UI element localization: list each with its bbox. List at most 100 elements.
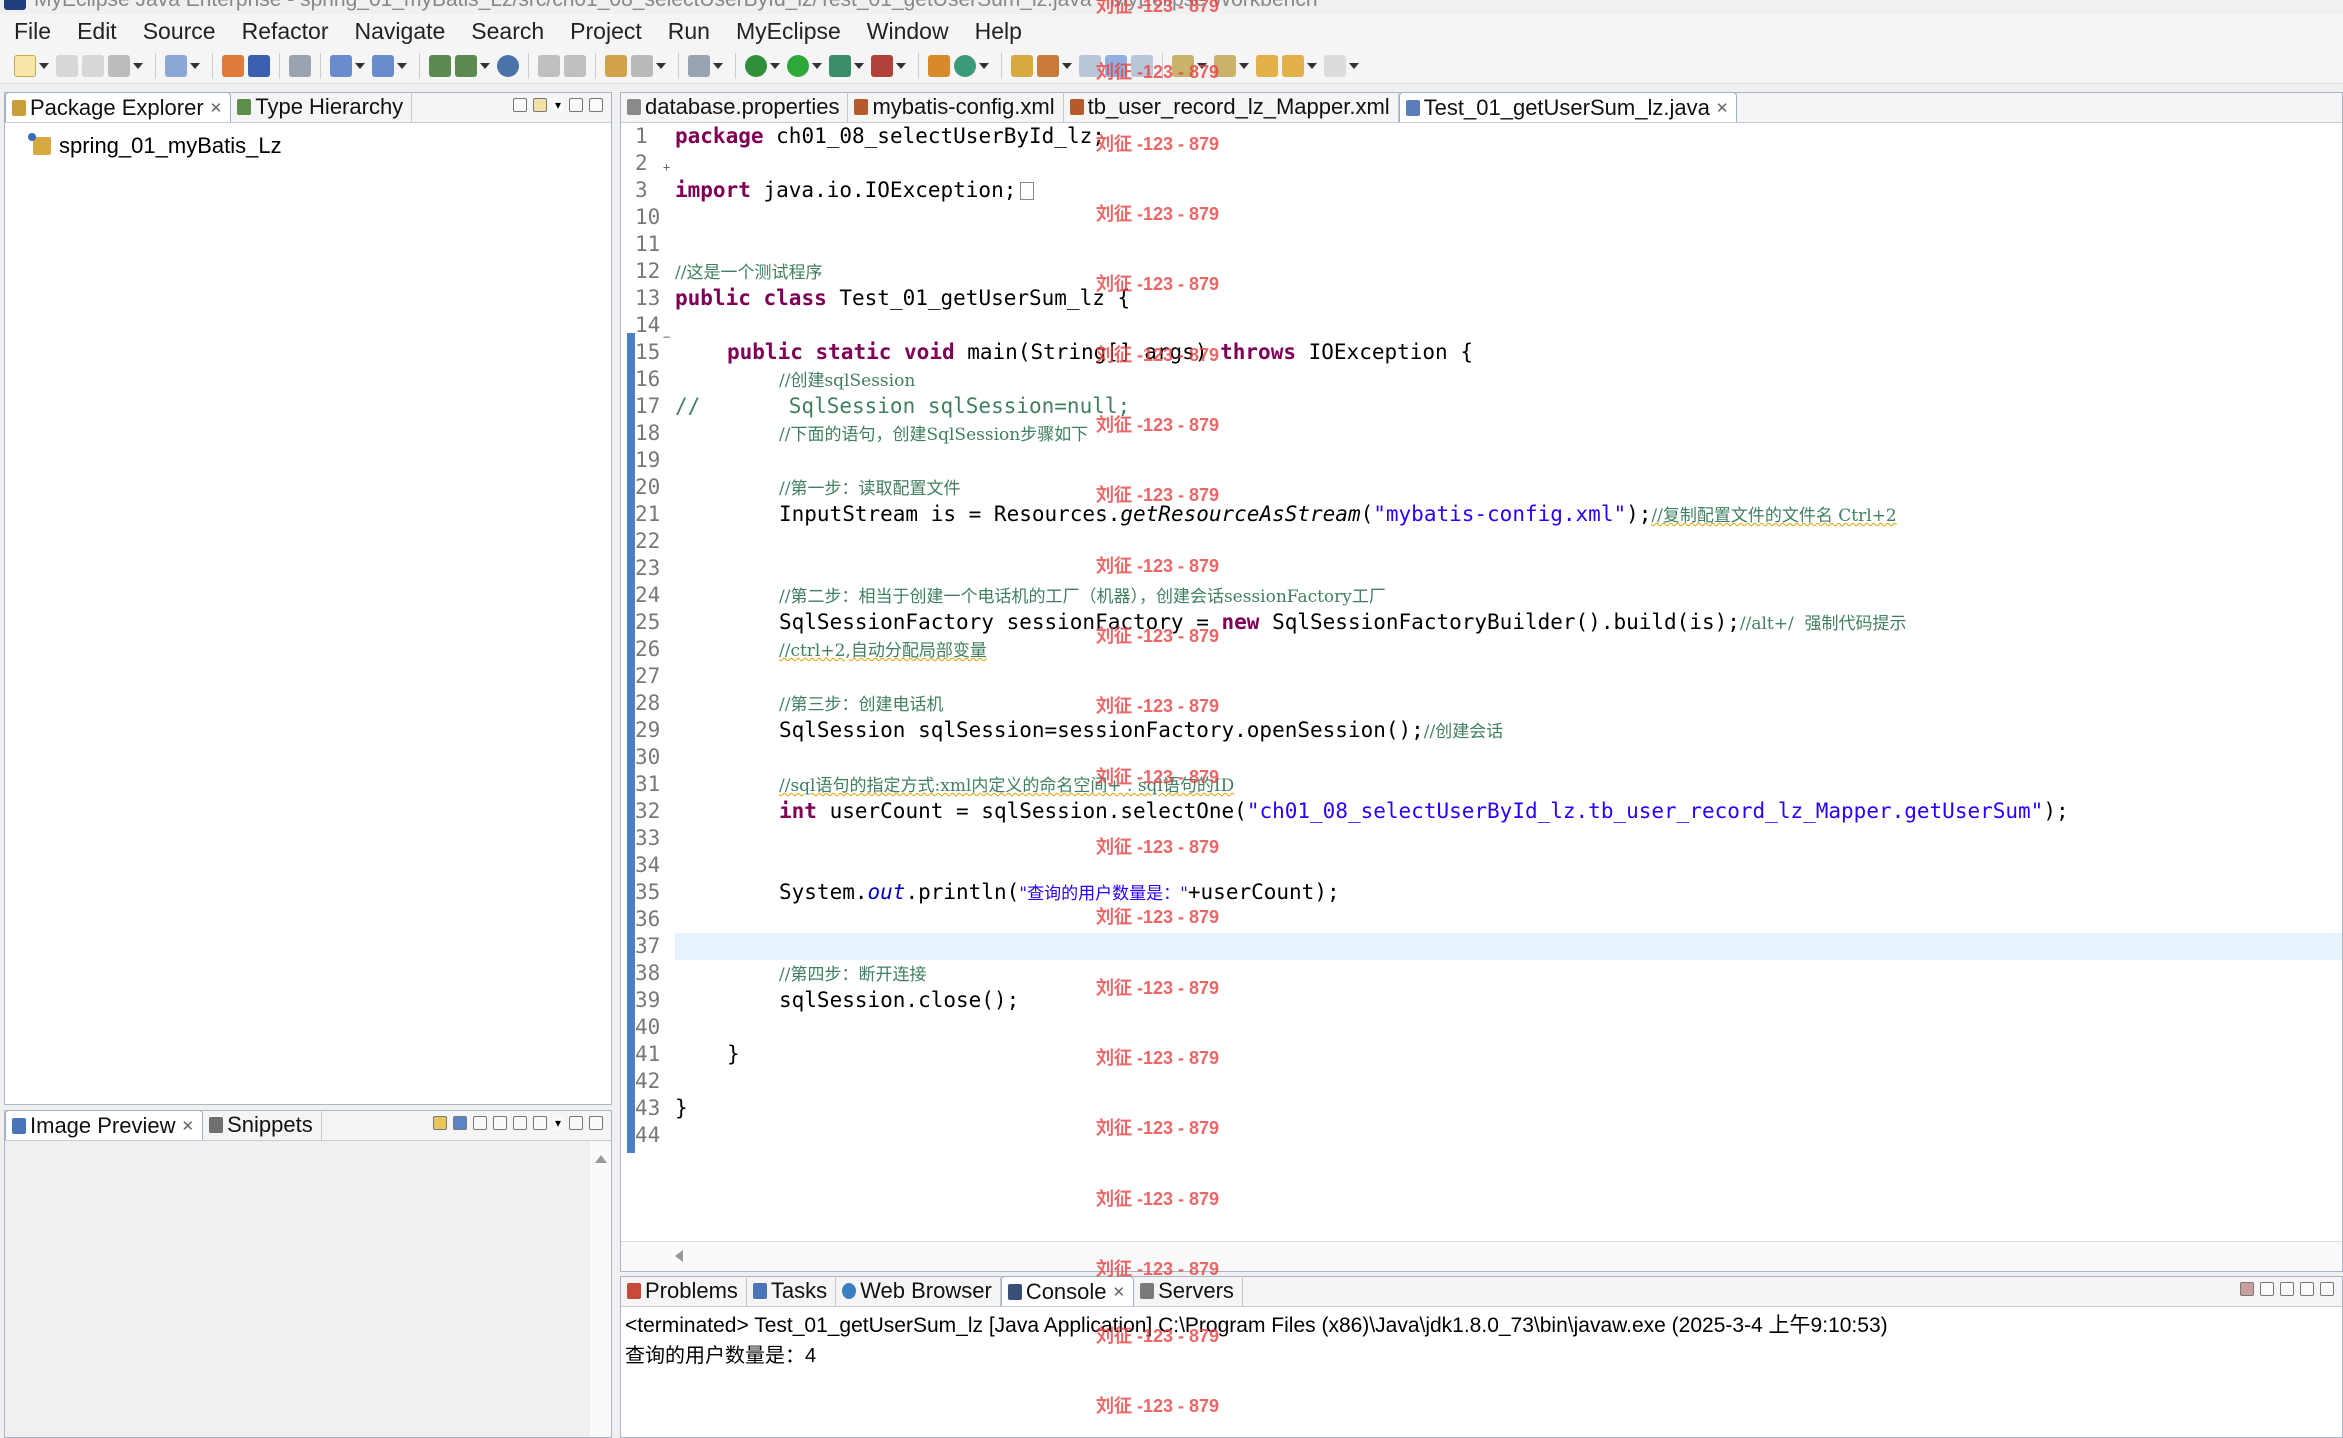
- perspective-dropdown-icon[interactable]: [713, 62, 723, 69]
- debug-dropdown-icon[interactable]: [770, 62, 780, 69]
- tab-problems[interactable]: Problems: [621, 1276, 747, 1306]
- close-icon[interactable]: ✕: [1716, 99, 1729, 117]
- tab-package-explorer[interactable]: Package Explorer ✕: [5, 92, 232, 122]
- close-icon[interactable]: ✕: [210, 99, 223, 117]
- next-annotation-dropdown-icon[interactable]: [1197, 62, 1207, 69]
- view-menu-icon[interactable]: ▾: [553, 1116, 563, 1130]
- print-dropdown-icon[interactable]: [133, 62, 143, 69]
- forward-icon[interactable]: [1324, 54, 1346, 77]
- coverage-dropdown-icon[interactable]: [896, 62, 906, 69]
- browser-icon[interactable]: [497, 54, 519, 77]
- new-package-icon[interactable]: [429, 54, 451, 77]
- code-editor[interactable]: + − 1 2 3 10 11 12 13 14 15 16 17 18 19 20 21 22 23 24 25 2…: [621, 123, 2342, 1241]
- tab-database-properties[interactable]: database.properties: [621, 92, 849, 122]
- new-icon[interactable]: [14, 54, 36, 77]
- menu-navigate[interactable]: Navigate: [341, 18, 458, 45]
- preview-tool-icon[interactable]: [433, 1116, 447, 1130]
- toggle-mark-icon[interactable]: [1079, 54, 1101, 77]
- run-external-icon[interactable]: [829, 54, 851, 77]
- open-task-icon[interactable]: [1011, 54, 1033, 77]
- tab-web-browser[interactable]: Web Browser: [836, 1276, 1001, 1306]
- remove-launch-icon[interactable]: [2260, 1282, 2274, 1296]
- tab-tasks[interactable]: Tasks: [747, 1276, 837, 1306]
- fold-collapse-icon[interactable]: −: [663, 330, 670, 344]
- menu-refactor[interactable]: Refactor: [228, 18, 341, 45]
- menu-help[interactable]: Help: [961, 18, 1034, 45]
- view-menu-icon[interactable]: ▾: [553, 98, 563, 112]
- refresh-icon[interactable]: [631, 54, 653, 77]
- edit-dropdown-icon[interactable]: [1062, 62, 1072, 69]
- minimize-icon[interactable]: [569, 98, 583, 112]
- tab-mapper-xml[interactable]: tb_user_record_lz_Mapper.xml: [1064, 92, 1399, 122]
- new-server-icon[interactable]: [165, 54, 187, 77]
- tab-image-preview[interactable]: Image Preview ✕: [5, 1110, 204, 1140]
- zoom-in-icon[interactable]: [493, 1116, 507, 1130]
- zoom-out-icon[interactable]: [473, 1116, 487, 1130]
- print-icon[interactable]: [108, 54, 130, 77]
- coverage-icon[interactable]: [871, 54, 893, 77]
- tab-console[interactable]: Console ✕: [1000, 1276, 1135, 1306]
- menu-run[interactable]: Run: [654, 18, 722, 45]
- new-class-icon[interactable]: [455, 54, 477, 77]
- debug-icon[interactable]: [745, 54, 767, 77]
- scroll-lock-icon[interactable]: [2320, 1282, 2334, 1296]
- fit-image-icon[interactable]: [453, 1116, 467, 1130]
- back-icon[interactable]: [1282, 54, 1304, 77]
- search-icon[interactable]: [954, 54, 976, 77]
- editor-horizontal-scrollbar[interactable]: [621, 1241, 2342, 1271]
- back-dropdown-icon[interactable]: [1307, 62, 1317, 69]
- tree-item-project[interactable]: spring_01_myBatis_Lz: [28, 133, 282, 159]
- minimize-icon[interactable]: [569, 1116, 583, 1130]
- clear-console-icon[interactable]: [2300, 1282, 2314, 1296]
- close-icon[interactable]: ✕: [182, 1117, 195, 1135]
- external-dropdown-icon[interactable]: [854, 62, 864, 69]
- collapse-all-icon[interactable]: [513, 98, 527, 112]
- menu-myeclipse[interactable]: MyEclipse: [722, 18, 853, 45]
- save-all-icon[interactable]: [82, 54, 104, 77]
- menu-file[interactable]: File: [0, 18, 63, 45]
- deploy-icon[interactable]: [222, 54, 244, 77]
- tab-servers[interactable]: Servers: [1134, 1276, 1243, 1306]
- fold-expand-icon[interactable]: +: [663, 160, 670, 174]
- show-whitespace-icon[interactable]: [1131, 54, 1153, 77]
- search-dropdown-icon[interactable]: [979, 62, 989, 69]
- class-dropdown-icon[interactable]: [480, 62, 490, 69]
- remove-all-icon[interactable]: [2280, 1282, 2294, 1296]
- new-snippet-icon[interactable]: [928, 54, 950, 77]
- link-editor-icon[interactable]: [533, 98, 547, 112]
- new-web-project-icon[interactable]: [330, 54, 352, 77]
- run-dropdown-icon[interactable]: [812, 62, 822, 69]
- folded-imports-icon[interactable]: [1020, 182, 1035, 200]
- forward-dropdown-icon[interactable]: [1349, 62, 1359, 69]
- menu-project[interactable]: Project: [556, 18, 654, 45]
- run-icon[interactable]: [787, 54, 809, 77]
- edit-icon[interactable]: [1037, 54, 1059, 77]
- console-output[interactable]: <terminated> Test_01_getUserSum_lz [Java…: [621, 1307, 2342, 1437]
- close-icon[interactable]: ✕: [1113, 1283, 1126, 1301]
- menu-window[interactable]: Window: [853, 18, 961, 45]
- maximize-icon[interactable]: [589, 1116, 603, 1130]
- prev-annotation-icon[interactable]: [1214, 54, 1236, 77]
- menu-search[interactable]: Search: [457, 18, 556, 45]
- menu-edit[interactable]: Edit: [63, 18, 129, 45]
- preview-scrollbar[interactable]: [589, 1141, 611, 1437]
- terminate-icon[interactable]: [2240, 1282, 2254, 1296]
- tab-test-java[interactable]: Test_01_getUserSum_lz.java ✕: [1398, 92, 1738, 122]
- open-perspective-icon[interactable]: [688, 54, 710, 77]
- java-project-dropdown-icon[interactable]: [397, 62, 407, 69]
- open-console-icon[interactable]: [289, 54, 311, 77]
- tab-mybatis-config[interactable]: mybatis-config.xml: [848, 92, 1064, 122]
- maximize-icon[interactable]: [589, 98, 603, 112]
- scroll-up-icon[interactable]: [595, 1155, 607, 1163]
- prev-annotation-dropdown-icon[interactable]: [1239, 62, 1249, 69]
- scroll-left-icon[interactable]: [675, 1250, 683, 1262]
- new-java-project-icon[interactable]: [372, 54, 394, 77]
- new-dropdown-icon[interactable]: [39, 62, 49, 69]
- next-annotation-icon[interactable]: [1172, 54, 1194, 77]
- tab-snippets[interactable]: Snippets: [203, 1110, 322, 1140]
- tab-type-hierarchy[interactable]: Type Hierarchy: [231, 92, 413, 122]
- open-type-icon[interactable]: [538, 54, 560, 77]
- code-area[interactable]: package ch01_08_selectUserById_lz; impor…: [675, 123, 2342, 1241]
- menu-source[interactable]: Source: [129, 18, 228, 45]
- manage-deploy-icon[interactable]: [248, 54, 270, 77]
